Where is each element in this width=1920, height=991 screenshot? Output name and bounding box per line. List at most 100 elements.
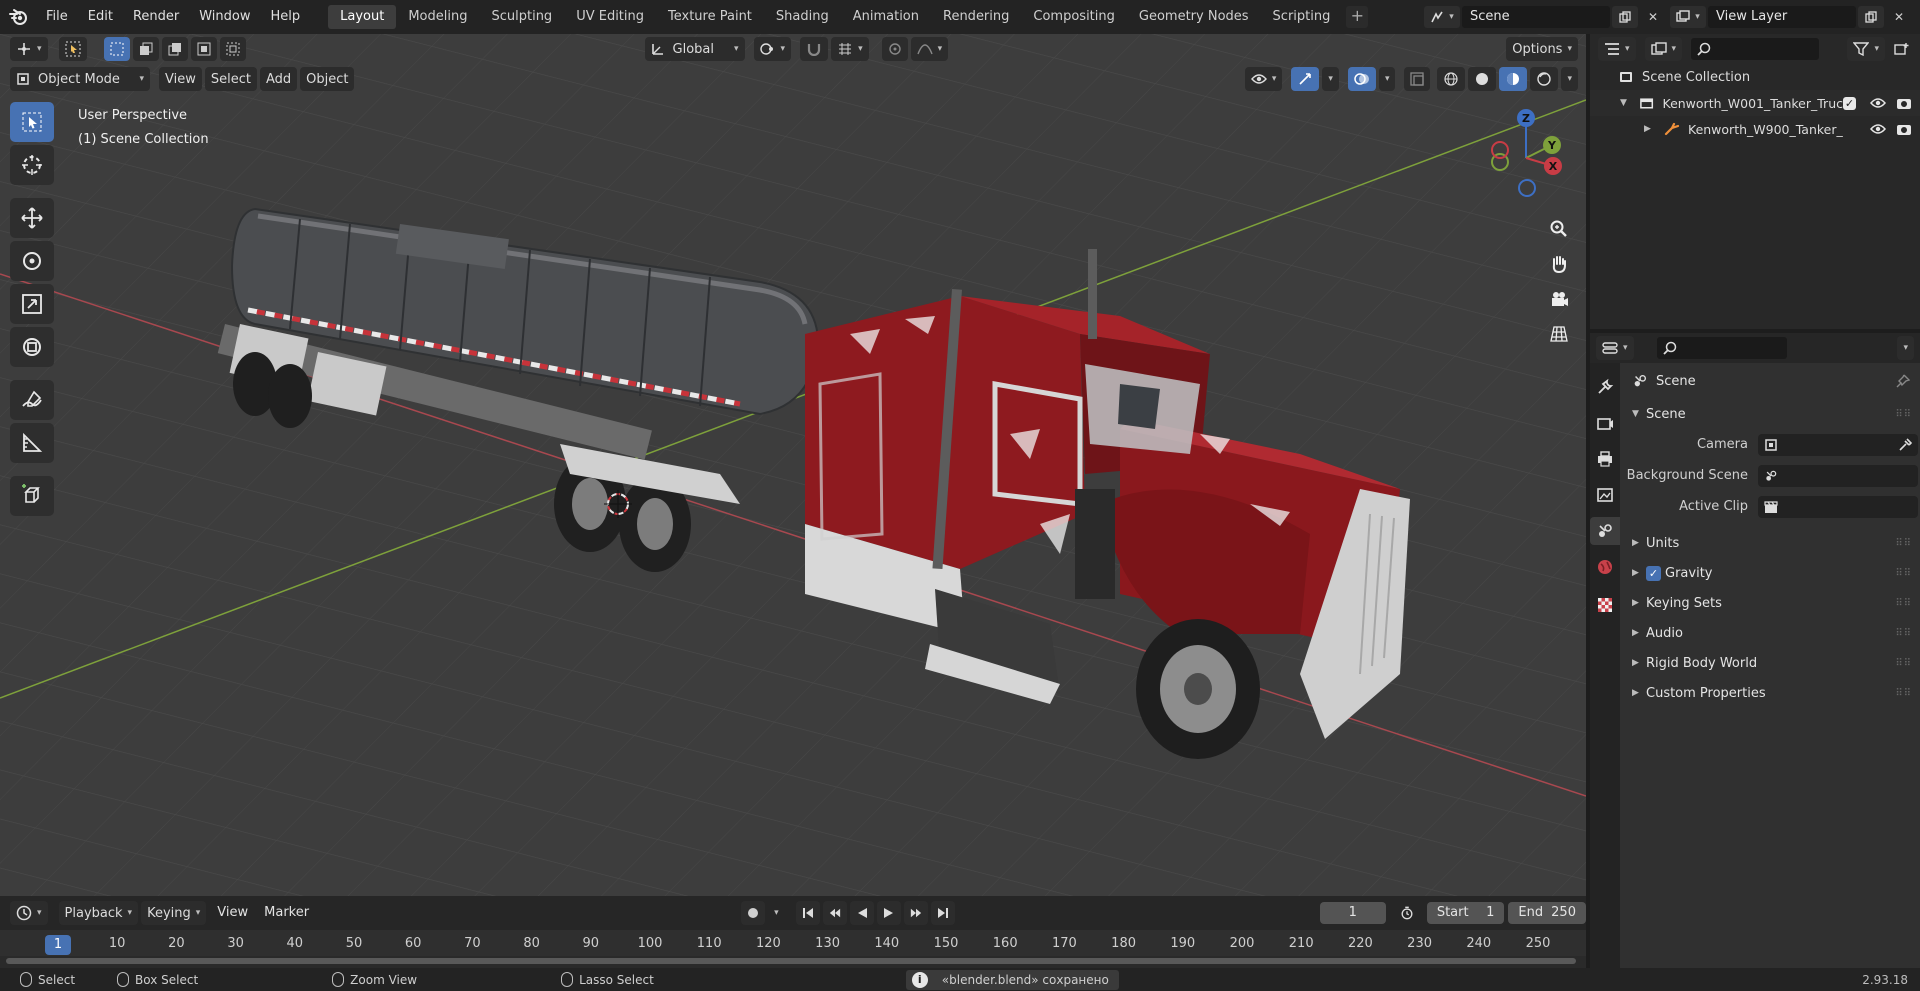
menu-help[interactable]: Help <box>261 4 311 30</box>
rigid-body-world-panel-header[interactable]: ▶ Rigid Body World ⠿⠿ <box>1620 648 1920 678</box>
copy-scene-icon[interactable] <box>1612 6 1638 28</box>
transform-orientation-dropdown[interactable]: Global ▾ <box>644 37 745 61</box>
viewport-options-dropdown[interactable]: Options ▾ <box>1506 37 1578 61</box>
timeline-view-menu[interactable]: View <box>209 901 256 925</box>
tool-annotate[interactable] <box>10 380 54 420</box>
select-new-icon[interactable] <box>103 37 130 61</box>
outliner-filter-dropdown[interactable]: ▾ <box>1847 37 1885 61</box>
select-mode-button[interactable] <box>58 37 87 61</box>
jump-keyframe-forward-icon[interactable] <box>903 901 928 925</box>
timeline-keying-menu[interactable]: Keying ▾ <box>141 901 207 925</box>
play-icon[interactable] <box>876 901 901 925</box>
background-scene-field[interactable] <box>1758 464 1918 487</box>
outliner-search-input[interactable] <box>1691 38 1820 60</box>
auto-keying-toggle[interactable] <box>741 901 766 925</box>
viewport-menu-add[interactable]: Add <box>259 67 298 91</box>
navigation-gizmo[interactable]: Z Y X <box>1476 102 1576 202</box>
status-notification[interactable]: i «blender.blend» сохранено <box>905 969 1119 990</box>
keying-set-dropdown[interactable]: ▾ <box>768 901 785 925</box>
select-subtract-icon[interactable] <box>161 37 188 61</box>
shading-options-dropdown[interactable]: ▾ <box>1561 67 1578 91</box>
properties-options-dropdown[interactable]: ▾ <box>1897 336 1914 360</box>
display-mode-dropdown[interactable]: ▾ <box>1644 37 1683 61</box>
menu-window[interactable]: Window <box>189 4 260 30</box>
timeline-scrollbar[interactable] <box>6 958 1576 964</box>
add-workspace-button[interactable]: + <box>1346 6 1369 28</box>
snap-target-dropdown[interactable]: ▾ <box>831 37 869 61</box>
outliner-scene-collection[interactable]: Scene Collection <box>1590 64 1920 90</box>
perspective-toggle-button[interactable] <box>1544 319 1574 349</box>
tab-animation[interactable]: Animation <box>841 5 931 29</box>
properties-search-input[interactable] <box>1656 337 1787 359</box>
snap-toggle[interactable] <box>800 37 829 61</box>
tool-measure[interactable] <box>10 423 54 463</box>
shading-wireframe-button[interactable] <box>1437 67 1466 91</box>
tool-move[interactable] <box>10 198 54 238</box>
timeline-playback-menu[interactable]: Playback ▾ <box>58 901 139 925</box>
visibility-dropdown[interactable]: ▾ <box>1244 67 1283 91</box>
gravity-panel-header[interactable]: ▶ ✓ Gravity ⠿⠿ <box>1620 558 1920 588</box>
gizmo-toggle[interactable] <box>1291 67 1320 91</box>
tab-world[interactable] <box>1590 553 1620 581</box>
tab-render[interactable] <box>1590 409 1620 437</box>
pin-icon[interactable] <box>1896 374 1910 388</box>
shading-rendered-button[interactable] <box>1530 67 1559 91</box>
eyedropper-icon[interactable] <box>1898 437 1912 452</box>
copy-view-layer-icon[interactable] <box>1858 6 1884 28</box>
tab-tool[interactable] <box>1590 373 1620 401</box>
close-view-layer-icon[interactable]: ✕ <box>1886 6 1912 28</box>
eye-icon[interactable] <box>1870 97 1886 109</box>
gravity-checkbox[interactable]: ✓ <box>1646 565 1661 581</box>
jump-start-icon[interactable] <box>795 901 820 925</box>
tab-scene[interactable] <box>1590 517 1620 545</box>
transform-pivot-button[interactable]: ▾ <box>10 37 48 61</box>
frame-ruler[interactable]: 1 10 20 30 40 50 60 70 80 90 100 110 120 130 140 150 160… <box>0 930 1586 956</box>
view-layer-name-field[interactable]: View Layer <box>1708 6 1856 28</box>
overlays-dropdown[interactable]: ▾ <box>1378 67 1396 91</box>
jump-end-icon[interactable] <box>930 901 955 925</box>
menu-edit[interactable]: Edit <box>78 4 123 30</box>
tab-sculpting[interactable]: Sculpting <box>479 5 564 29</box>
pan-view-button[interactable] <box>1544 249 1574 279</box>
tab-modeling[interactable]: Modeling <box>396 5 479 29</box>
stopwatch-icon[interactable] <box>1394 901 1420 925</box>
outliner-item-object[interactable]: ▶ Kenworth_W900_Tanker_ <box>1590 116 1920 142</box>
audio-panel-header[interactable]: ▶ Audio ⠿⠿ <box>1620 618 1920 648</box>
tool-transform[interactable] <box>10 327 54 367</box>
select-intersect-icon[interactable] <box>219 37 246 61</box>
outliner-item-collection[interactable]: ▼ Kenworth_W001_Tanker_Truc ✓ <box>1590 90 1920 116</box>
camera-field[interactable] <box>1758 433 1918 456</box>
tab-scripting[interactable]: Scripting <box>1261 5 1343 29</box>
select-invert-icon[interactable] <box>190 37 217 61</box>
keying-sets-panel-header[interactable]: ▶ Keying Sets ⠿⠿ <box>1620 588 1920 618</box>
scene-name-field[interactable]: Scene <box>1462 6 1610 28</box>
tool-scale[interactable] <box>10 284 54 324</box>
viewport-menu-select[interactable]: Select <box>204 67 257 91</box>
tab-uv-editing[interactable]: UV Editing <box>564 5 656 29</box>
tab-view-layer[interactable] <box>1590 481 1620 509</box>
shading-solid-button[interactable] <box>1468 67 1497 91</box>
timeline-marker-menu[interactable]: Marker <box>256 901 317 925</box>
tool-select-box[interactable] <box>10 102 54 142</box>
exclude-checkbox-icon[interactable]: ✓ <box>1843 96 1856 110</box>
active-clip-field[interactable] <box>1758 495 1918 518</box>
editor-type-dropdown[interactable]: ▾ <box>10 901 48 925</box>
expand-arrow-icon[interactable]: ▼ <box>1620 98 1633 108</box>
collapse-arrow-icon[interactable]: ▶ <box>1644 124 1658 134</box>
render-camera-icon[interactable] <box>1896 96 1912 110</box>
render-camera-icon[interactable] <box>1896 122 1912 136</box>
eye-icon[interactable] <box>1870 123 1886 135</box>
tab-layout[interactable]: Layout <box>328 5 397 29</box>
view-layer-browse-button[interactable]: ▾ <box>1670 6 1706 28</box>
proportional-edit-toggle[interactable] <box>881 37 908 61</box>
jump-keyframe-back-icon[interactable] <box>822 901 847 925</box>
current-frame-field[interactable]: 1 <box>1319 902 1386 924</box>
menu-render[interactable]: Render <box>123 4 189 30</box>
viewport-menu-view[interactable]: View <box>159 67 202 91</box>
tab-shading[interactable]: Shading <box>764 5 841 29</box>
close-scene-icon[interactable]: ✕ <box>1640 6 1666 28</box>
units-panel-header[interactable]: ▶ Units ⠿⠿ <box>1620 528 1920 558</box>
select-extend-icon[interactable] <box>132 37 159 61</box>
custom-properties-panel-header[interactable]: ▶ Custom Properties ⠿⠿ <box>1620 678 1920 708</box>
tool-add-cube[interactable] <box>10 476 54 516</box>
